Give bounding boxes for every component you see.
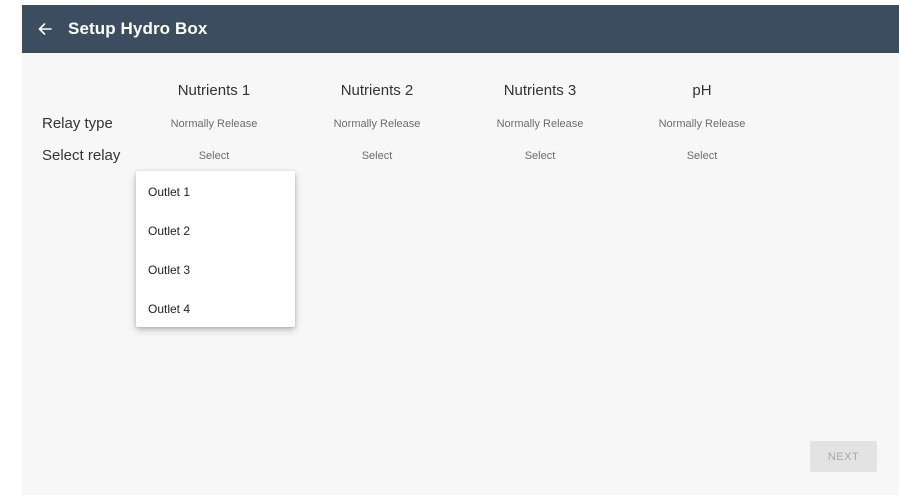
relay-type-value-nutrients-1: Normally Release xyxy=(170,118,258,130)
relay-type-value-nutrients-3: Normally Release xyxy=(496,118,584,130)
relay-select-nutrients-2[interactable]: Select xyxy=(302,150,452,162)
setup-screen: Setup Hydro Box Nutrients 1 Nutrients 2 … xyxy=(22,5,899,495)
menu-item-outlet-4[interactable]: Outlet 4 xyxy=(136,290,295,329)
column-header-nutrients-3: Nutrients 3 xyxy=(503,82,577,99)
arrow-left-icon xyxy=(38,23,52,35)
relay-select-nutrients-1[interactable]: Select xyxy=(139,150,289,162)
select-relay-label: Select relay xyxy=(42,147,121,164)
page-title: Setup Hydro Box xyxy=(68,19,208,38)
next-button[interactable]: NEXT xyxy=(810,441,877,472)
column-header-nutrients-1: Nutrients 1 xyxy=(177,82,251,99)
relay-type-value-nutrients-2: Normally Release xyxy=(333,118,421,130)
app-bar: Setup Hydro Box xyxy=(22,5,899,53)
relay-dropdown-menu: Outlet 1 Outlet 2 Outlet 3 Outlet 4 xyxy=(136,171,295,327)
menu-item-outlet-2[interactable]: Outlet 2 xyxy=(136,212,295,251)
column-header-ph: pH xyxy=(692,82,712,99)
menu-item-outlet-1[interactable]: Outlet 1 xyxy=(136,173,295,212)
column-header-nutrients-2: Nutrients 2 xyxy=(340,82,414,99)
back-button[interactable] xyxy=(22,5,68,53)
menu-item-outlet-3[interactable]: Outlet 3 xyxy=(136,251,295,290)
relay-type-label: Relay type xyxy=(42,115,113,132)
relay-select-ph[interactable]: Select xyxy=(627,150,777,162)
relay-type-value-ph: Normally Release xyxy=(658,118,746,130)
relay-select-nutrients-3[interactable]: Select xyxy=(465,150,615,162)
